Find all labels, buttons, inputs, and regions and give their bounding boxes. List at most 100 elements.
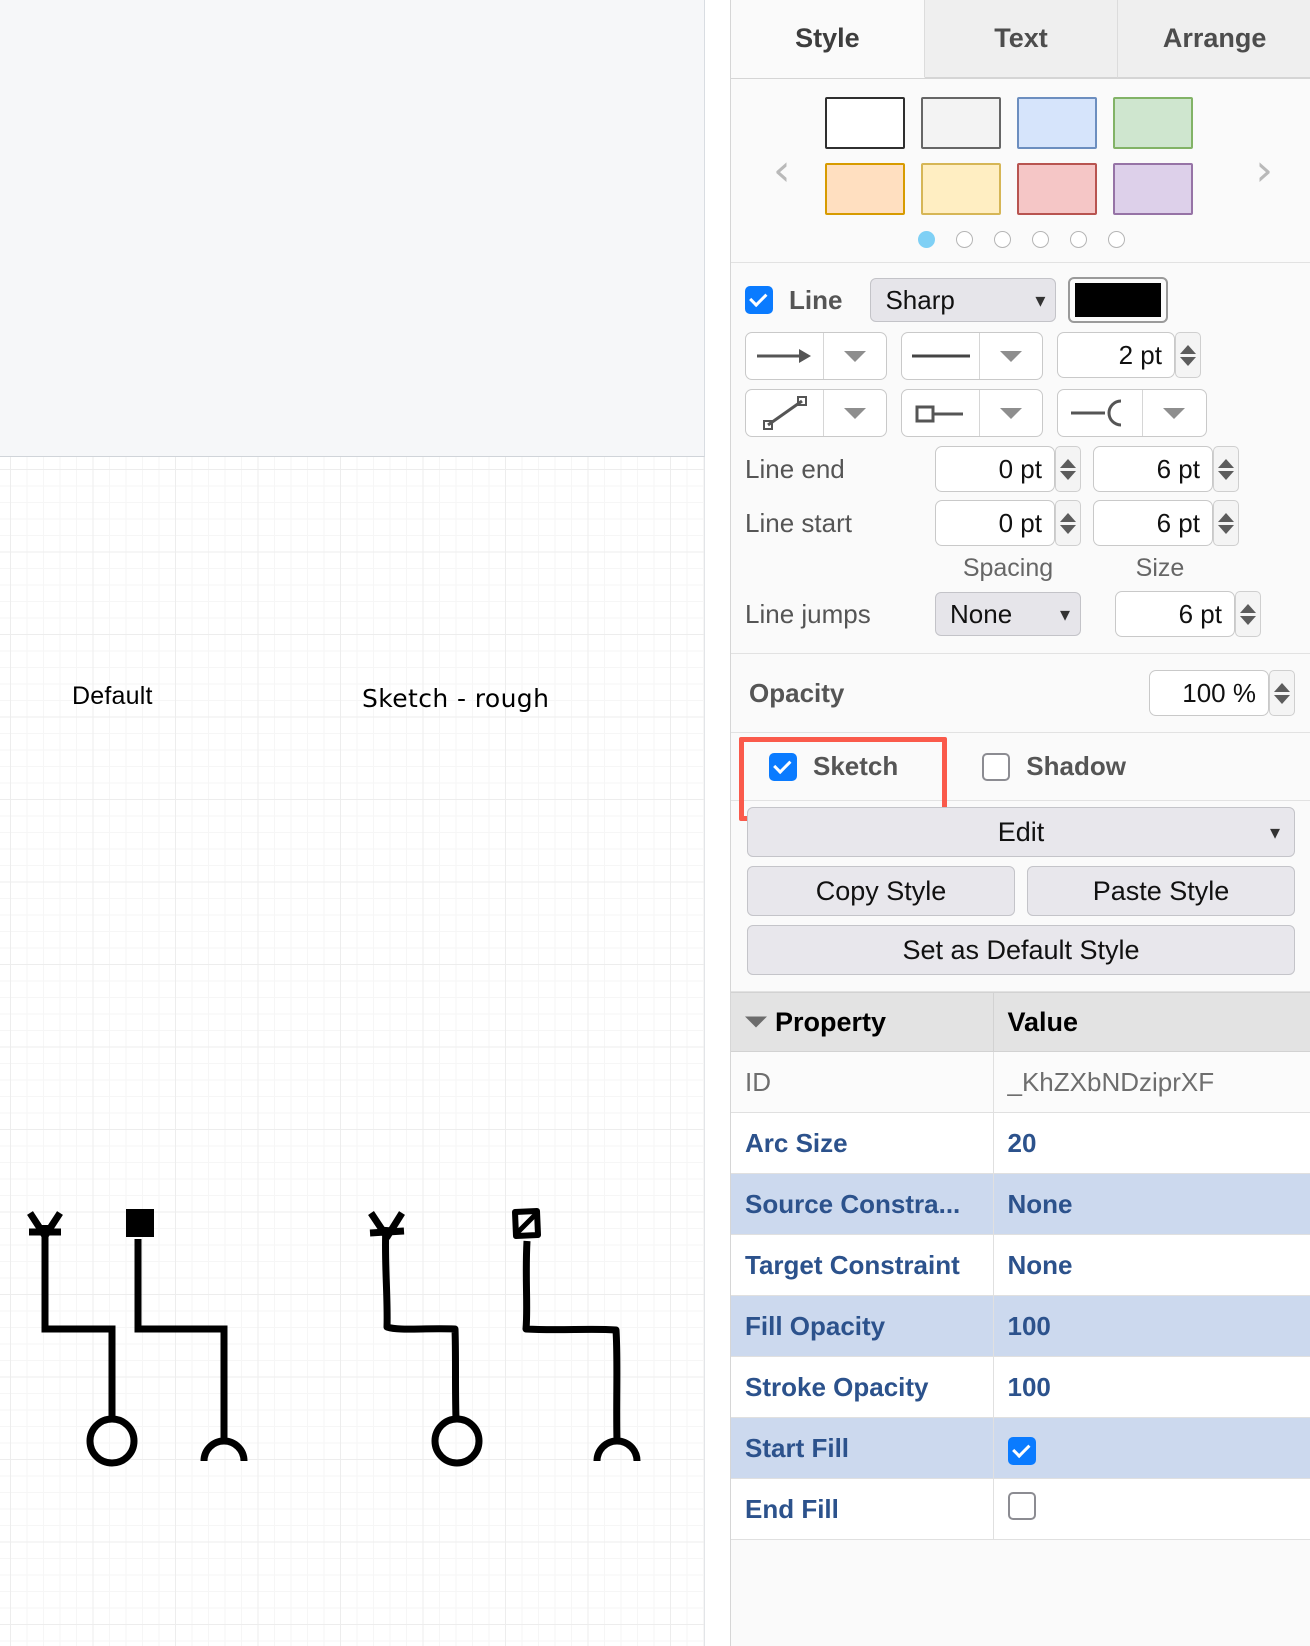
tab-text[interactable]: Text — [924, 0, 1119, 78]
stepper-down-icon[interactable] — [1218, 470, 1234, 480]
preset-swatch-green[interactable] — [1113, 97, 1193, 149]
stepper-up-icon[interactable] — [1240, 603, 1256, 613]
stepper-up-icon[interactable] — [1274, 682, 1290, 692]
stepper-down-icon[interactable] — [1060, 524, 1076, 534]
stepper-up-icon[interactable] — [1218, 458, 1234, 468]
preset-swatch-white[interactable] — [825, 97, 905, 149]
spacing-caption: Spacing — [962, 554, 1054, 582]
value-cell[interactable]: None — [993, 1234, 1310, 1296]
stepper-up-icon[interactable] — [1060, 458, 1076, 468]
stepper-down-icon[interactable] — [1218, 524, 1234, 534]
paste-style-button[interactable]: Paste Style — [1027, 866, 1295, 916]
stepper-down-icon[interactable] — [1180, 356, 1196, 366]
value-cell[interactable]: None — [993, 1173, 1310, 1235]
preset-page-dot-2[interactable] — [955, 231, 973, 248]
property-column-header[interactable]: Property — [731, 992, 994, 1052]
endpoint-picker[interactable] — [1057, 389, 1207, 437]
opacity-stepper[interactable] — [1269, 670, 1295, 716]
edit-style-button[interactable]: Edit ▾ — [747, 807, 1295, 857]
line-start-row: Line start 0 pt 6 pt — [731, 500, 1310, 546]
preset-swatch-purple[interactable] — [1113, 163, 1193, 215]
waypoint-picker[interactable] — [745, 389, 887, 437]
line-end-spacing-input[interactable]: 0 pt — [935, 446, 1055, 492]
table-row[interactable]: Target Constraint None — [731, 1234, 1310, 1296]
line-end-spacing-stepper[interactable] — [1055, 446, 1081, 492]
line-jumps-select[interactable]: None ▾ — [935, 592, 1081, 636]
line-width-stepper[interactable] — [1175, 332, 1201, 378]
line-checkbox[interactable] — [745, 286, 773, 314]
preset-swatch-gray[interactable] — [921, 97, 1001, 149]
style-presets-section: ‹ › — [731, 79, 1310, 263]
chevron-right-icon[interactable]: › — [1255, 148, 1273, 193]
effects-section: Sketch Shadow — [731, 733, 1310, 821]
stepper-down-icon[interactable] — [1060, 470, 1076, 480]
preset-swatch-orange[interactable] — [825, 163, 905, 215]
line-width-input[interactable]: 2 pt — [1057, 332, 1175, 378]
sketch-checkbox[interactable] — [769, 752, 797, 781]
canvas-vertical-scrollbar[interactable] — [713, 470, 725, 1646]
sketch-edge-2-square-slash — [514, 1211, 539, 1236]
stepper-up-icon[interactable] — [1218, 512, 1234, 522]
preset-page-dot-4[interactable] — [1031, 231, 1049, 248]
tab-arrange[interactable]: Arrange — [1118, 0, 1310, 78]
copy-style-button[interactable]: Copy Style — [747, 866, 1015, 916]
chevron-left-icon[interactable]: ‹ — [773, 148, 791, 193]
end-fill-checkbox[interactable] — [1007, 1491, 1036, 1520]
line-style-picker[interactable] — [901, 332, 1043, 380]
waypoint-dropdown[interactable] — [824, 390, 886, 436]
table-row[interactable]: Start Fill — [731, 1417, 1310, 1479]
preset-page-dot-5[interactable] — [1069, 231, 1087, 248]
stepper-down-icon[interactable] — [1274, 694, 1290, 704]
value-cell[interactable]: 20 — [993, 1112, 1310, 1174]
preset-page-dot-3[interactable] — [993, 231, 1011, 248]
arrow-end-picker[interactable] — [745, 332, 887, 380]
table-row[interactable]: Arc Size 20 — [731, 1112, 1310, 1174]
value-cell[interactable] — [993, 1417, 1310, 1479]
value-column-header[interactable]: Value — [993, 992, 1310, 1052]
endpoint-dropdown[interactable] — [1143, 390, 1205, 436]
line-jumps-size-input[interactable]: 6 pt — [1115, 591, 1235, 637]
table-row[interactable]: ID _KhZXbNDziprXF — [731, 1051, 1310, 1113]
preset-page-dot-6[interactable] — [1107, 231, 1125, 248]
stepper-up-icon[interactable] — [1060, 512, 1076, 522]
table-row[interactable]: Fill Opacity 100 — [731, 1295, 1310, 1357]
line-end-size-stepper[interactable] — [1213, 446, 1239, 492]
value-cell[interactable]: 100 — [993, 1356, 1310, 1418]
property-cell: Fill Opacity — [731, 1295, 994, 1357]
collapse-triangle-icon[interactable] — [745, 1016, 767, 1028]
preset-swatch-red[interactable] — [1017, 163, 1097, 215]
preset-swatch-blue[interactable] — [1017, 97, 1097, 149]
stepper-up-icon[interactable] — [1180, 344, 1196, 354]
opacity-input[interactable]: 100 % — [1149, 670, 1269, 716]
value-cell[interactable]: _KhZXbNDziprXF — [993, 1051, 1310, 1113]
diagram-svg[interactable] — [0, 457, 704, 1646]
connector-picker[interactable] — [901, 389, 1043, 437]
line-style-dropdown[interactable] — [980, 333, 1042, 379]
preset-swatch-yellow[interactable] — [921, 163, 1001, 215]
line-color-button[interactable] — [1068, 277, 1169, 323]
table-row[interactable]: End Fill — [731, 1478, 1310, 1540]
line-start-spacing-input[interactable]: 0 pt — [935, 500, 1055, 546]
canvas-label-default: Default — [72, 682, 153, 710]
line-jumps-label: Line jumps — [745, 598, 871, 629]
value-cell[interactable] — [993, 1478, 1310, 1540]
sketch-edge-1 — [381, 1226, 460, 1420]
line-jumps-size-stepper[interactable] — [1235, 591, 1261, 637]
table-row[interactable]: Source Constra... None — [731, 1173, 1310, 1235]
line-start-size-input[interactable]: 6 pt — [1093, 500, 1213, 546]
arrow-end-dropdown[interactable] — [824, 333, 886, 379]
value-cell[interactable]: 100 — [993, 1295, 1310, 1357]
line-style-select[interactable]: Sharp ▾ — [870, 278, 1057, 322]
start-fill-checkbox[interactable] — [1007, 1436, 1036, 1465]
shadow-checkbox[interactable] — [982, 752, 1011, 781]
preset-page-dot-1[interactable] — [917, 231, 935, 248]
tab-style[interactable]: Style — [731, 0, 925, 78]
stepper-down-icon[interactable] — [1240, 615, 1256, 625]
table-row[interactable]: Stroke Opacity 100 — [731, 1356, 1310, 1418]
set-default-style-button[interactable]: Set as Default Style — [747, 925, 1295, 975]
line-start-spacing-stepper[interactable] — [1055, 500, 1081, 546]
canvas-upper-blank-area[interactable] — [0, 0, 705, 457]
connector-dropdown[interactable] — [980, 390, 1042, 436]
line-start-size-stepper[interactable] — [1213, 500, 1239, 546]
line-end-size-input[interactable]: 6 pt — [1093, 446, 1213, 492]
